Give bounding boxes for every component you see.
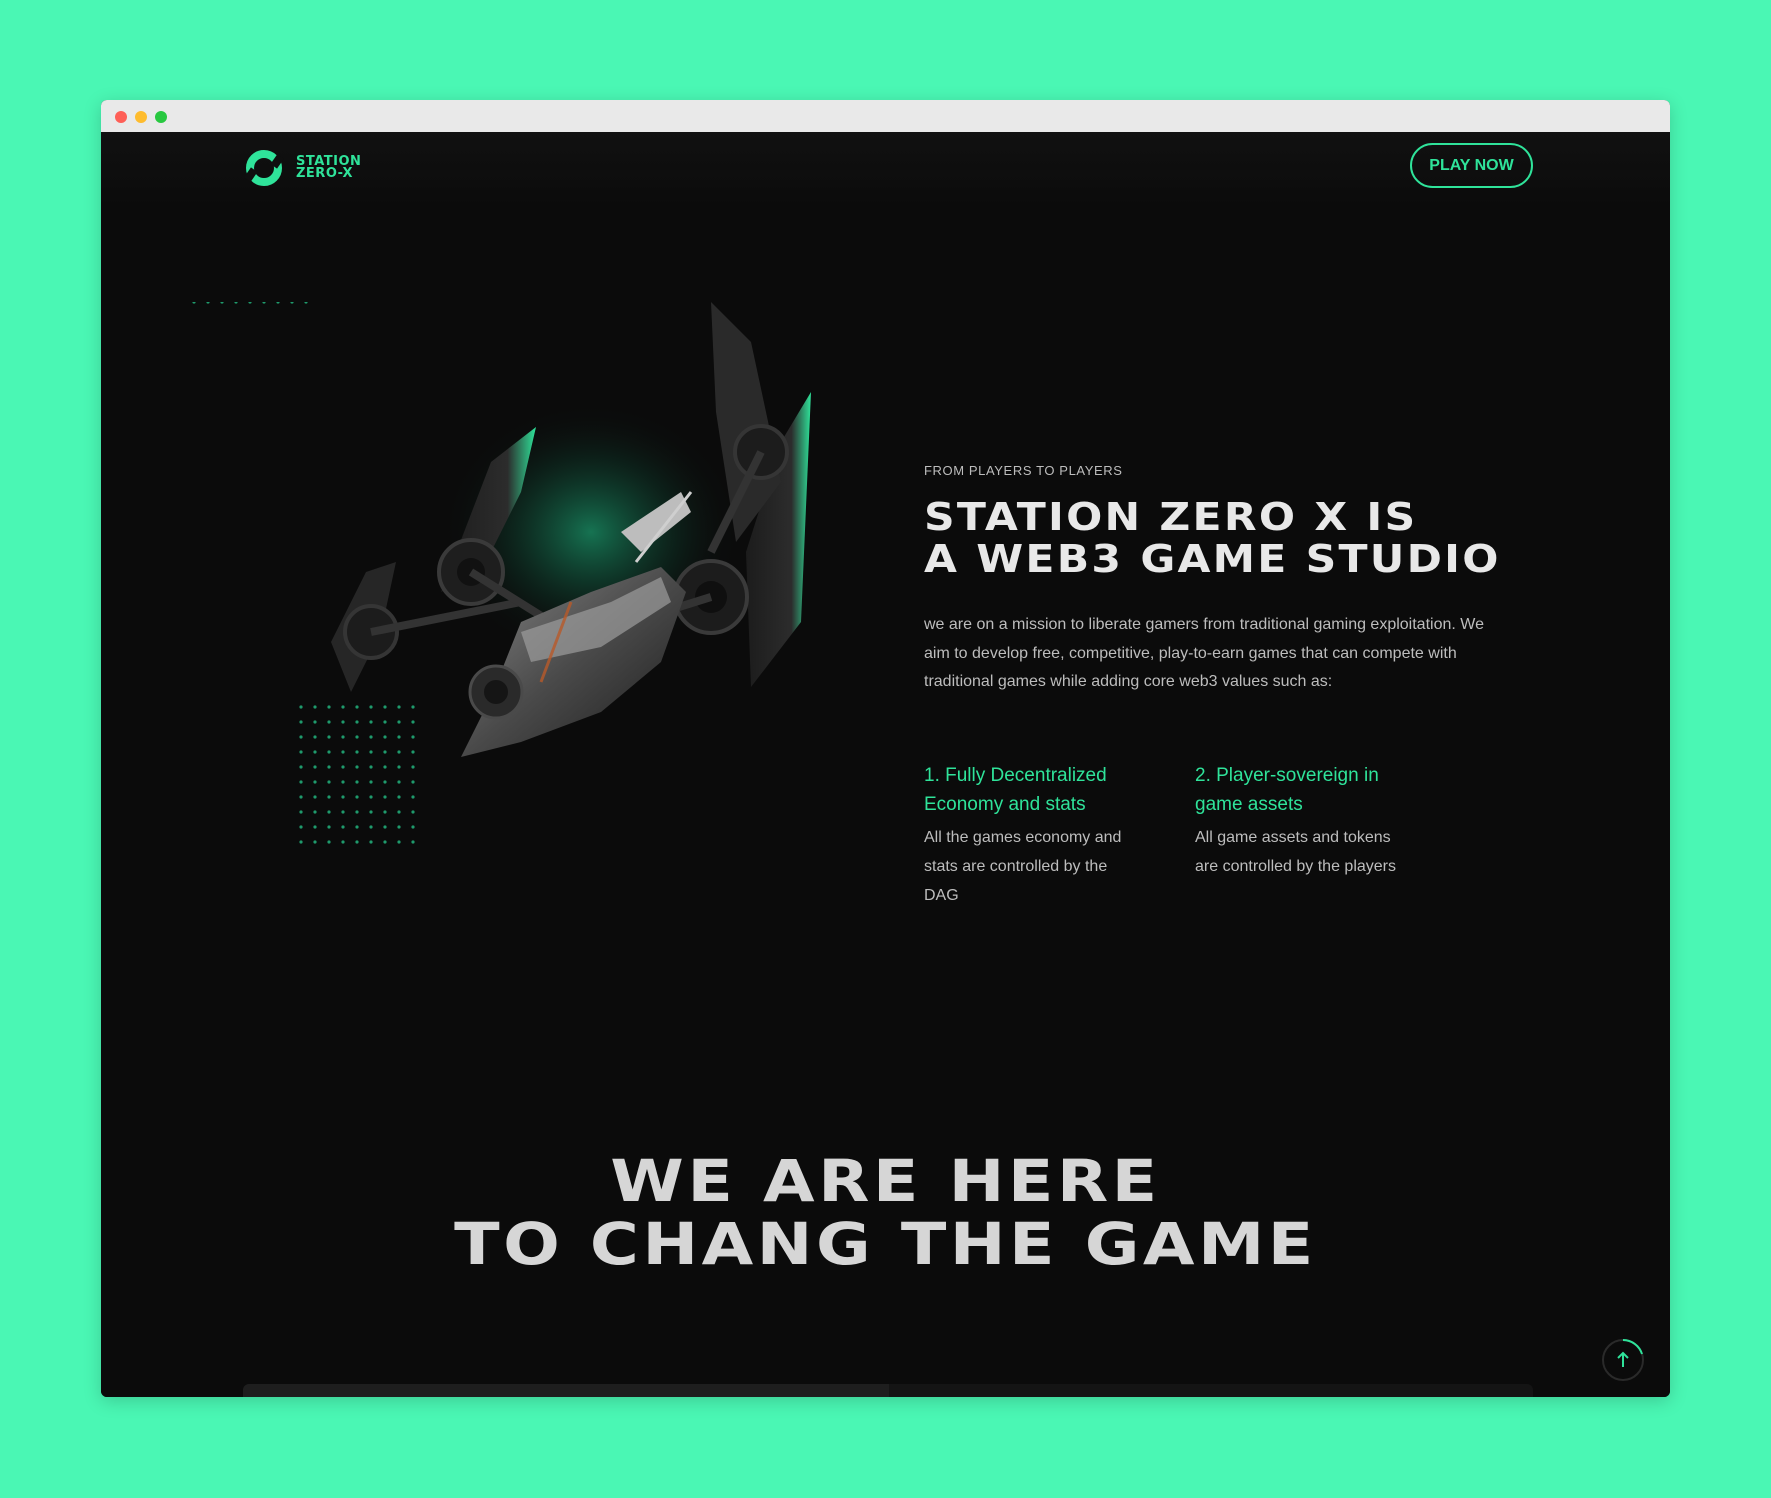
play-now-button[interactable]: PLAY NOW bbox=[1410, 143, 1533, 188]
maximize-window-button[interactable] bbox=[155, 111, 167, 123]
arrow-up-icon bbox=[1602, 1339, 1644, 1381]
headline-line2: A WEB3 GAME STUDIO bbox=[924, 537, 1501, 581]
minimize-window-button[interactable] bbox=[135, 111, 147, 123]
feature-text: All the games economy and stats are cont… bbox=[924, 829, 1122, 904]
next-section-preview bbox=[243, 1384, 1533, 1397]
feature-text: All game assets and tokens are controlle… bbox=[1195, 829, 1396, 875]
brand-logo[interactable]: STATION ZERO-X bbox=[243, 147, 361, 189]
scroll-to-top-button[interactable] bbox=[1601, 1338, 1645, 1382]
about-headline: STATION ZERO X IS A WEB3 GAME STUDIO bbox=[924, 496, 1501, 580]
brand-name-line2: ZERO-X bbox=[296, 166, 353, 181]
preview-panel bbox=[243, 1384, 889, 1397]
top-navbar: STATION ZERO-X PLAY NOW bbox=[101, 132, 1670, 206]
spaceship-illustration bbox=[191, 300, 871, 882]
feature-decentralized-economy: 1. Fully Decentralized Economy and stats… bbox=[924, 761, 1144, 910]
spaceship-image bbox=[192, 300, 811, 844]
tagline-heading: WE ARE HERE TO CHANG THE GAME bbox=[101, 1150, 1670, 1276]
about-intro: we are on a mission to liberate gamers f… bbox=[924, 616, 1484, 690]
browser-window: STATION ZERO-X PLAY NOW FROM PLAYERS TO … bbox=[101, 100, 1670, 1397]
feature-player-sovereign-assets: 2. Player-sovereign in game assets All g… bbox=[1195, 761, 1415, 881]
feature-title: 2. Player-sovereign in game assets bbox=[1195, 765, 1379, 815]
section-eyebrow: FROM PLAYERS TO PLAYERS bbox=[924, 463, 1123, 478]
tagline-line2: TO CHANG THE GAME bbox=[454, 1210, 1317, 1278]
website-page: STATION ZERO-X PLAY NOW FROM PLAYERS TO … bbox=[101, 132, 1670, 1397]
close-window-button[interactable] bbox=[115, 111, 127, 123]
headline-line1: STATION ZERO X IS bbox=[924, 495, 1418, 539]
window-titlebar bbox=[101, 100, 1670, 132]
station-logo-icon bbox=[244, 150, 284, 186]
brand-name: STATION ZERO-X bbox=[296, 155, 361, 181]
tagline-line1: WE ARE HERE bbox=[610, 1147, 1161, 1215]
feature-title: 1. Fully Decentralized Economy and stats bbox=[924, 765, 1107, 815]
dot-grid-decoration bbox=[192, 300, 308, 304]
